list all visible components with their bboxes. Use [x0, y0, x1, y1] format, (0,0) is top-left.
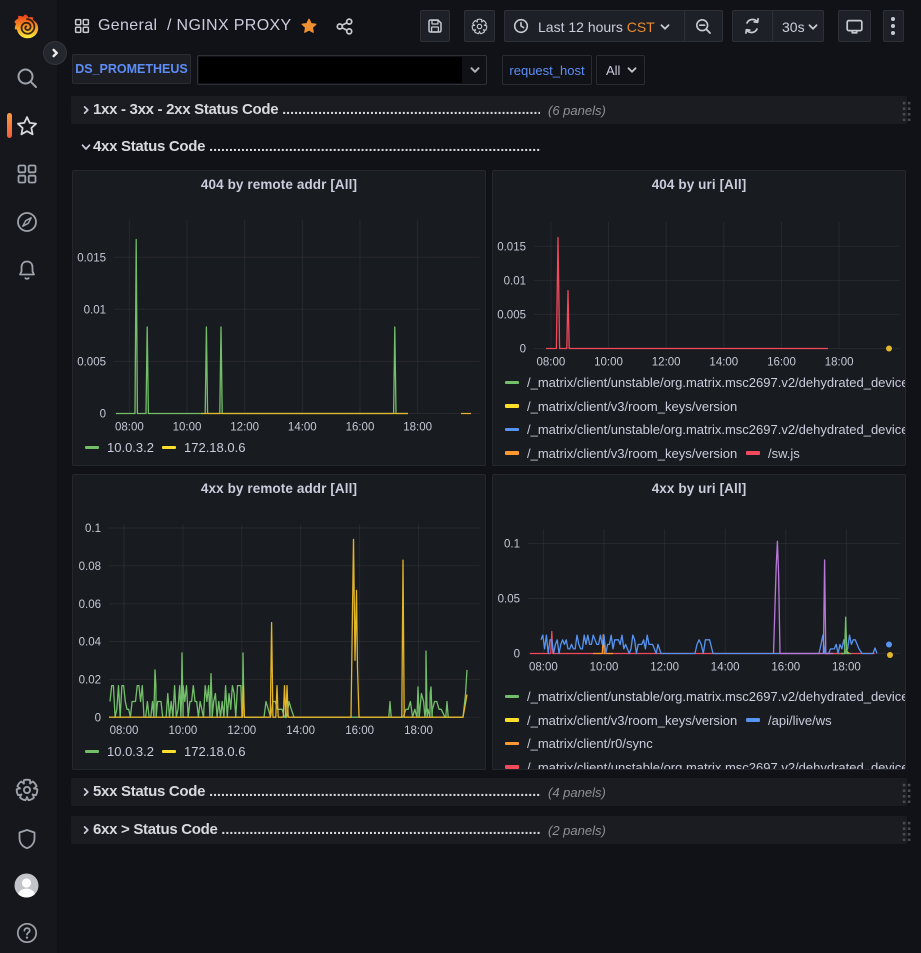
- svg-text:0.1: 0.1: [85, 523, 101, 535]
- svg-text:08:00: 08:00: [529, 662, 558, 674]
- svg-text:0.01: 0.01: [504, 276, 526, 288]
- svg-text:14:00: 14:00: [288, 422, 317, 434]
- svg-text:12:00: 12:00: [650, 662, 679, 674]
- svg-text:0.005: 0.005: [497, 310, 526, 322]
- svg-text:10:00: 10:00: [594, 357, 623, 369]
- svg-text:0.005: 0.005: [77, 357, 106, 369]
- svg-text:0.04: 0.04: [79, 637, 102, 649]
- svg-text:0.08: 0.08: [79, 561, 101, 573]
- svg-text:0: 0: [520, 344, 526, 356]
- svg-text:08:00: 08:00: [115, 422, 144, 434]
- svg-text:08:00: 08:00: [110, 725, 139, 737]
- svg-text:0: 0: [514, 649, 520, 661]
- svg-text:14:00: 14:00: [711, 662, 740, 674]
- svg-text:0.06: 0.06: [79, 599, 101, 611]
- svg-text:0.02: 0.02: [79, 675, 101, 687]
- svg-text:10:00: 10:00: [590, 662, 619, 674]
- svg-text:18:00: 18:00: [832, 662, 861, 674]
- svg-text:12:00: 12:00: [652, 357, 681, 369]
- svg-text:0.05: 0.05: [498, 594, 520, 606]
- svg-text:16:00: 16:00: [346, 422, 375, 434]
- svg-text:0.1: 0.1: [504, 539, 520, 551]
- svg-text:12:00: 12:00: [230, 422, 259, 434]
- svg-text:12:00: 12:00: [227, 725, 256, 737]
- svg-text:10:00: 10:00: [169, 725, 198, 737]
- svg-text:16:00: 16:00: [345, 725, 374, 737]
- svg-text:16:00: 16:00: [771, 662, 800, 674]
- svg-text:0.015: 0.015: [497, 242, 526, 254]
- svg-text:14:00: 14:00: [709, 357, 738, 369]
- svg-text:08:00: 08:00: [537, 357, 566, 369]
- svg-text:0.01: 0.01: [84, 305, 106, 317]
- svg-text:0.015: 0.015: [77, 252, 106, 264]
- svg-text:18:00: 18:00: [403, 422, 432, 434]
- svg-text:10:00: 10:00: [173, 422, 202, 434]
- svg-text:0: 0: [100, 409, 106, 421]
- svg-text:0: 0: [95, 712, 101, 724]
- svg-text:14:00: 14:00: [286, 725, 315, 737]
- svg-text:18:00: 18:00: [825, 357, 854, 369]
- svg-text:16:00: 16:00: [767, 357, 796, 369]
- svg-text:18:00: 18:00: [404, 725, 433, 737]
